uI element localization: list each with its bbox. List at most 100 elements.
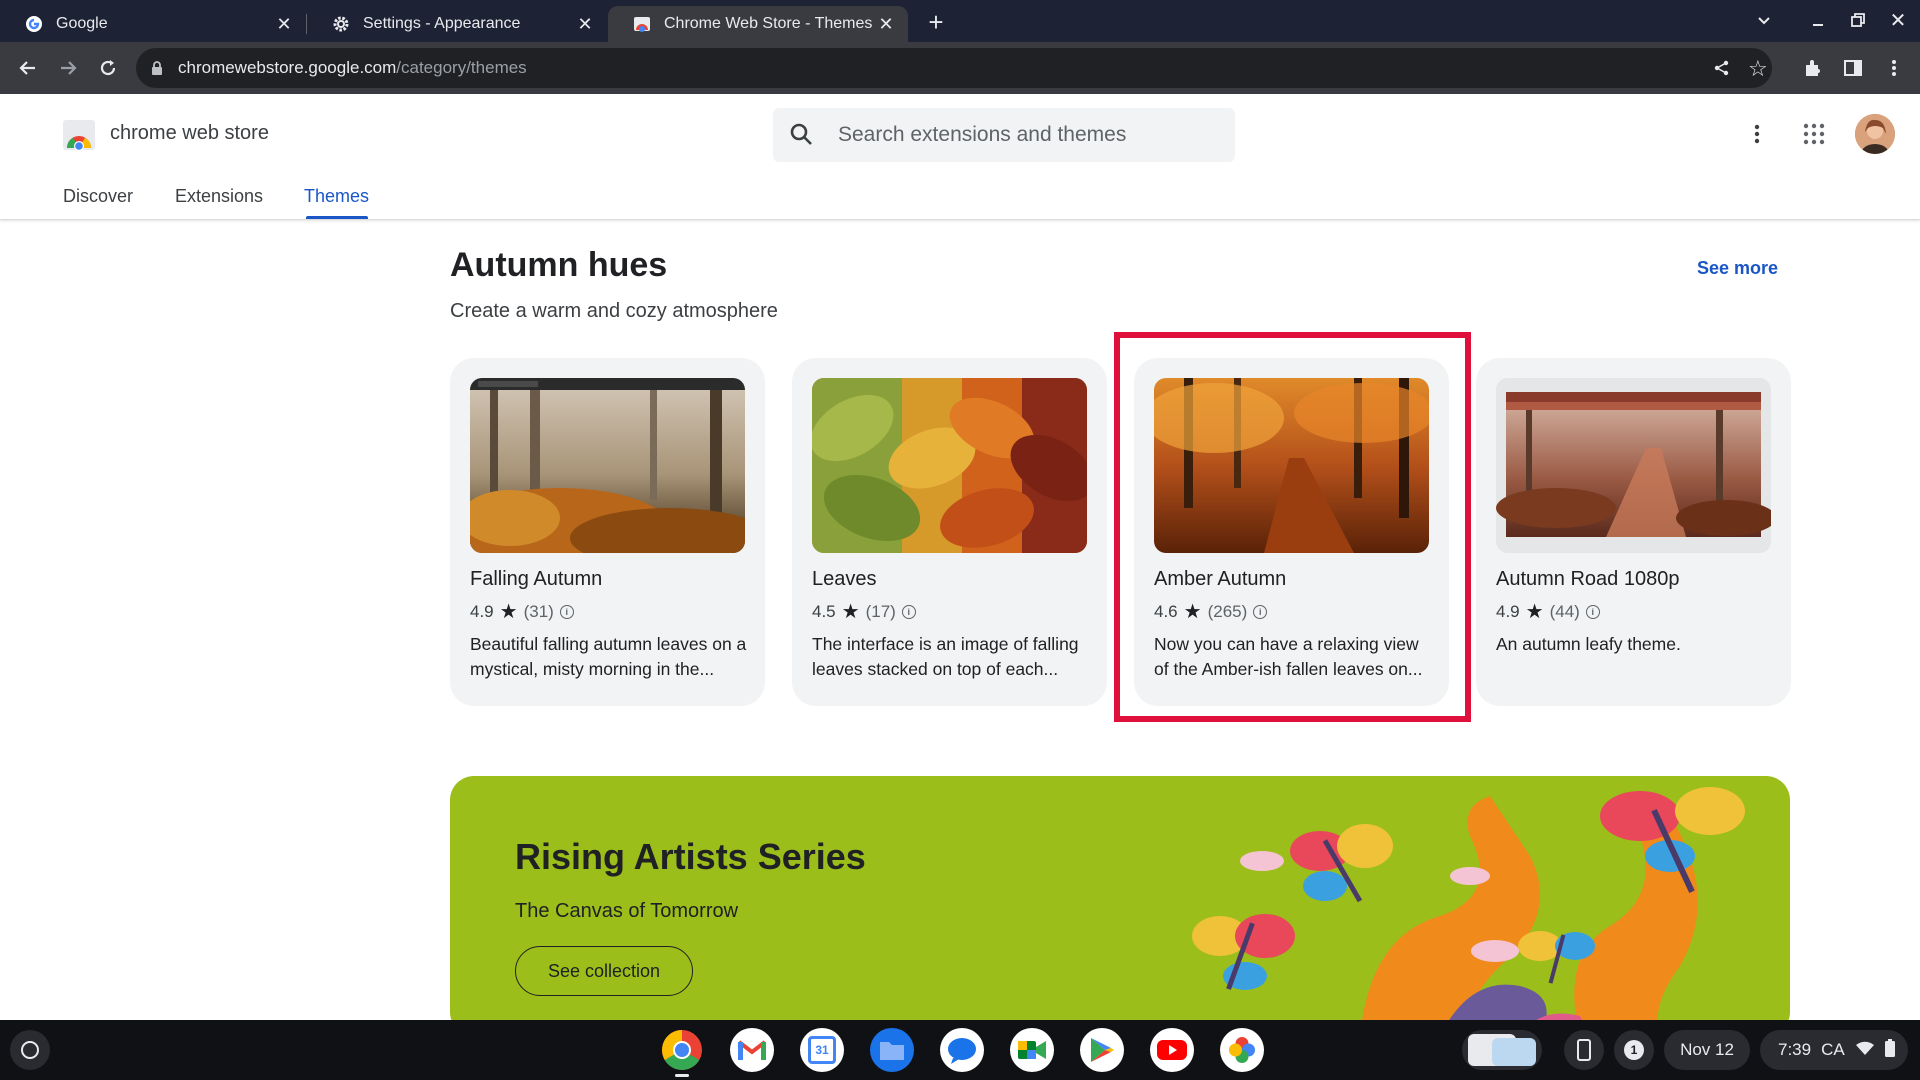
google-apps-icon[interactable] xyxy=(1802,122,1826,151)
tab-chrome-web-store[interactable]: Chrome Web Store - Themes ✕ xyxy=(608,6,908,42)
url-host: chromewebstore.google.com xyxy=(178,58,397,77)
preview-thumbnail xyxy=(1492,1038,1536,1066)
chrome-web-store-logo-icon[interactable] xyxy=(62,118,96,157)
gmail-icon[interactable] xyxy=(730,1028,774,1072)
rating-count: (31) xyxy=(523,602,554,621)
extensions-icon[interactable] xyxy=(1797,52,1829,84)
close-tab-icon[interactable]: ✕ xyxy=(274,14,294,34)
reload-icon[interactable] xyxy=(92,52,124,84)
close-window-icon[interactable]: ✕ xyxy=(1888,8,1908,32)
browser-menu-icon[interactable] xyxy=(1878,52,1910,84)
theme-description: The interface is an image of falling lea… xyxy=(812,634,1079,679)
banner-title: Rising Artists Series xyxy=(515,836,866,877)
close-tab-icon[interactable]: ✕ xyxy=(876,14,896,34)
web-page: chrome web store Search extensions and t… xyxy=(0,94,1920,1020)
theme-description: Beautiful falling autumn leaves on a mys… xyxy=(470,634,747,679)
notification-count: 1 xyxy=(1624,1040,1644,1060)
rating-count: (17) xyxy=(865,602,896,621)
side-panel-icon[interactable] xyxy=(1837,52,1869,84)
browser-toolbar: chromewebstore.google.com/category/theme… xyxy=(0,42,1920,94)
theme-rating: 4.9 ★ (44) i xyxy=(1496,602,1600,622)
section-subtitle: Create a warm and cozy atmosphere xyxy=(450,300,778,322)
account-avatar[interactable] xyxy=(1855,114,1895,154)
tab-strip: Google ✕ Settings - Appearance ✕ Chrome … xyxy=(0,0,1920,42)
chrome-icon[interactable] xyxy=(660,1028,704,1072)
notification-badge[interactable]: 1 xyxy=(1614,1030,1654,1070)
address-bar[interactable]: chromewebstore.google.com/category/theme… xyxy=(136,48,1772,88)
more-options-icon[interactable] xyxy=(1745,122,1769,151)
bookmark-star-icon[interactable]: ☆ xyxy=(1748,56,1768,82)
tab-title: Google xyxy=(56,15,108,32)
youtube-icon[interactable] xyxy=(1150,1028,1194,1072)
info-icon[interactable]: i xyxy=(1585,605,1600,619)
store-header: chrome web store Search extensions and t… xyxy=(0,94,1920,220)
theme-name: Autumn Road 1080p xyxy=(1496,568,1680,590)
tab-settings[interactable]: Settings - Appearance ✕ xyxy=(307,6,607,42)
restore-icon[interactable] xyxy=(1848,10,1868,30)
calendar-day: 31 xyxy=(808,1036,836,1064)
theme-description: An autumn leafy theme. xyxy=(1496,634,1681,654)
messages-icon[interactable] xyxy=(940,1028,984,1072)
store-brand-name[interactable]: chrome web store xyxy=(110,122,269,145)
butterfly-illustration xyxy=(1192,787,1745,1020)
files-icon[interactable] xyxy=(870,1028,914,1072)
star-icon: ★ xyxy=(1525,601,1544,623)
info-icon[interactable]: i xyxy=(559,605,574,619)
photos-icon[interactable] xyxy=(1220,1028,1264,1072)
launcher-icon xyxy=(21,1041,39,1059)
section-title: Autumn hues xyxy=(450,246,668,284)
play-store-icon[interactable] xyxy=(1080,1028,1124,1072)
search-icon xyxy=(789,122,815,153)
back-icon[interactable] xyxy=(12,52,44,84)
search-placeholder: Search extensions and themes xyxy=(838,123,1127,146)
store-search-input[interactable]: Search extensions and themes xyxy=(773,108,1235,162)
banner-subtitle: The Canvas of Tomorrow xyxy=(515,900,739,922)
tab-title: Settings - Appearance xyxy=(363,15,521,32)
new-tab-button[interactable]: + xyxy=(922,7,950,37)
chrome-web-store-icon xyxy=(632,14,652,34)
google-g-icon xyxy=(24,14,44,34)
clock-time: 7:39 xyxy=(1778,1040,1812,1059)
theme-card-falling-autumn[interactable]: Falling Autumn 4.9 ★ (31) i Beautiful fa… xyxy=(450,358,765,706)
minimize-icon[interactable] xyxy=(1808,10,1828,30)
chromeos-shelf: 31 1 Nov 12 7:39 CA xyxy=(0,1020,1920,1080)
close-tab-icon[interactable]: ✕ xyxy=(575,14,595,34)
highlight-annotation-box xyxy=(1114,332,1471,722)
wifi-icon xyxy=(1855,1040,1875,1061)
phone-hub-icon[interactable] xyxy=(1564,1030,1604,1070)
url-text: chromewebstore.google.com/category/theme… xyxy=(178,58,527,78)
theme-name: Falling Autumn xyxy=(470,568,603,590)
locale-indicator: CA xyxy=(1821,1040,1845,1059)
theme-card-leaves[interactable]: Leaves 4.5 ★ (17) i The interface is an … xyxy=(792,358,1107,706)
theme-rating: 4.9 ★ (31) i xyxy=(470,602,574,622)
see-more-link[interactable]: See more xyxy=(1697,258,1778,279)
rating-value: 4.9 xyxy=(470,602,494,621)
date-tray[interactable]: Nov 12 xyxy=(1664,1030,1750,1070)
launcher-button[interactable] xyxy=(10,1030,50,1070)
see-collection-button[interactable]: See collection xyxy=(515,946,693,996)
nav-tab-discover[interactable]: Discover xyxy=(63,186,133,207)
theme-rating: 4.5 ★ (17) i xyxy=(812,602,916,622)
nav-tab-themes[interactable]: Themes xyxy=(304,186,369,207)
calendar-icon[interactable]: 31 xyxy=(800,1028,844,1072)
status-tray[interactable]: 7:39 CA xyxy=(1760,1030,1908,1070)
gear-icon xyxy=(331,14,351,34)
theme-card-autumn-road[interactable]: Autumn Road 1080p 4.9 ★ (44) i An autumn… xyxy=(1476,358,1791,706)
nav-tab-extensions[interactable]: Extensions xyxy=(175,186,263,207)
tab-search-icon[interactable] xyxy=(1754,10,1774,30)
tab-google[interactable]: Google ✕ xyxy=(0,6,306,42)
holding-space-preview[interactable] xyxy=(1462,1030,1542,1070)
rating-value: 4.5 xyxy=(812,602,836,621)
info-icon[interactable]: i xyxy=(901,605,916,619)
theme-name: Leaves xyxy=(812,568,877,590)
meet-icon[interactable] xyxy=(1010,1028,1054,1072)
url-path: /category/themes xyxy=(396,58,527,77)
rising-artists-banner[interactable]: Rising Artists Series The Canvas of Tomo… xyxy=(450,776,1790,1020)
battery-icon xyxy=(1884,1038,1895,1062)
theme-thumbnail xyxy=(470,378,745,553)
lock-icon[interactable] xyxy=(150,60,164,81)
rating-value: 4.9 xyxy=(1496,602,1520,621)
share-icon[interactable] xyxy=(1712,58,1732,83)
forward-icon[interactable] xyxy=(52,52,84,84)
theme-thumbnail xyxy=(812,378,1087,553)
